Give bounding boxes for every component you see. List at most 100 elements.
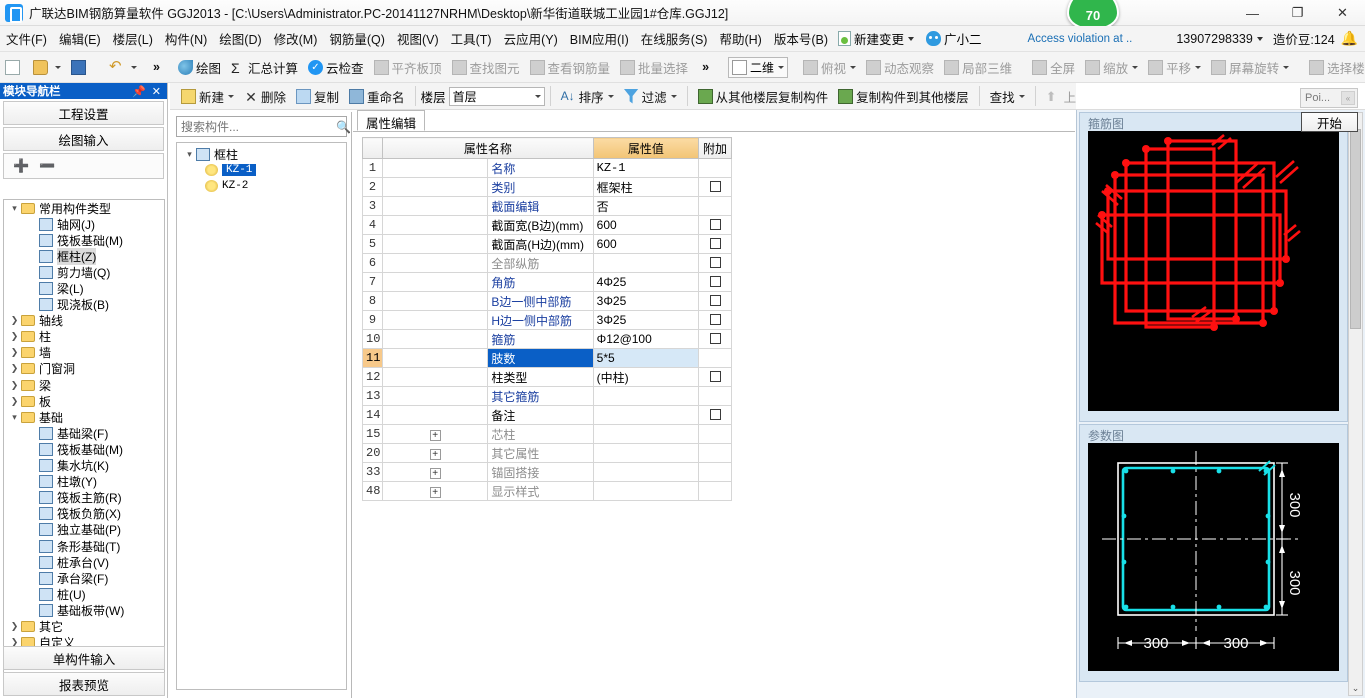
attach-checkbox-cell[interactable]	[698, 329, 732, 349]
poi-collapse-icon[interactable]: «	[1341, 91, 1355, 105]
tab-property-edit[interactable]: 属性编辑	[357, 110, 426, 131]
attach-checkbox-cell[interactable]	[698, 234, 732, 254]
save-button[interactable]	[66, 58, 94, 77]
chevron-down-icon[interactable]	[607, 94, 614, 98]
sidebar-item-梁[interactable]: ❯ 梁	[4, 377, 164, 393]
attach-checkbox-cell[interactable]	[698, 367, 732, 387]
copy-component-button[interactable]: 复制	[291, 85, 344, 108]
property-value[interactable]	[592, 481, 700, 501]
expand-toggle[interactable]: +	[381, 424, 489, 444]
sidebar-item-柱[interactable]: ❯ 柱	[4, 329, 164, 345]
poi-widget[interactable]: Poi... «	[1300, 88, 1358, 108]
chevron-down-icon[interactable]	[850, 65, 857, 69]
table-row[interactable]: 5 截面高(H边)(mm) 600	[362, 234, 732, 254]
module-tree[interactable]: ▾ 常用构件类型 轴网(J) 筏板基础(M) 框柱(Z) 剪力墙(Q) 梁(L) 现浇板(B)…	[3, 199, 165, 684]
chevron-down-icon[interactable]: ▾	[8, 203, 21, 214]
property-value[interactable]: 否	[592, 196, 700, 216]
sidebar-item-桩承台v[interactable]: 桩承台(V)	[4, 554, 164, 570]
collapse-all-icon[interactable]: ➖	[39, 158, 55, 174]
chevron-down-icon[interactable]	[1283, 65, 1290, 69]
scrollbar-thumb[interactable]	[1350, 129, 1361, 329]
expand-toggle[interactable]: +	[381, 481, 489, 501]
chevron-right-icon[interactable]: ❯	[8, 380, 21, 391]
assistant-button[interactable]: 广小二	[922, 27, 986, 50]
expand-all-icon[interactable]: ➕	[13, 158, 29, 174]
close-button[interactable]: ✕	[1320, 0, 1365, 26]
attach-checkbox-cell[interactable]	[698, 291, 732, 311]
property-value[interactable]: 框架柱	[592, 177, 700, 197]
property-value[interactable]: 4Φ25	[592, 272, 700, 292]
new-component-button[interactable]: 新建	[176, 85, 239, 108]
draw-button[interactable]: 绘图	[173, 56, 226, 79]
search-box[interactable]: 🔍	[176, 116, 351, 137]
chevron-right-icon[interactable]: ❯	[8, 621, 21, 632]
scroll-down-arrow-icon[interactable]: ⌄	[1349, 681, 1362, 695]
table-row[interactable]: 3 截面编辑否	[362, 196, 732, 216]
table-row[interactable]: 9 H边一侧中部筋 3Φ25	[362, 310, 732, 330]
attach-checkbox-cell[interactable]	[698, 215, 732, 235]
menu-help[interactable]: 帮助(H)	[713, 26, 767, 51]
property-value[interactable]: KZ-1	[592, 158, 700, 178]
sidebar-item-柱墩y[interactable]: 柱墩(Y)	[4, 474, 164, 490]
table-row[interactable]: 15 + 芯柱	[362, 424, 732, 444]
pin-icon[interactable]: 📌	[132, 85, 146, 98]
open-file-button[interactable]	[28, 58, 66, 77]
table-row[interactable]: 14 备注	[362, 405, 732, 425]
chevron-down-icon[interactable]	[131, 65, 137, 69]
attach-checkbox-cell[interactable]	[698, 177, 732, 197]
sidebar-item-轴线[interactable]: ❯ 轴线	[4, 313, 164, 329]
nav-button-single-component-input[interactable]: 单构件输入	[3, 646, 165, 670]
property-value[interactable]	[592, 424, 700, 444]
search-input[interactable]	[177, 119, 336, 134]
sidebar-item-基础板带w[interactable]: 基础板带(W)	[4, 602, 164, 618]
parameter-diagram-canvas[interactable]: 300 300 300 300	[1088, 443, 1339, 671]
plus-icon[interactable]: +	[429, 449, 441, 460]
table-row[interactable]: 20 + 其它属性	[362, 443, 732, 463]
list-item[interactable]: KZ-2	[177, 178, 346, 194]
sidebar-item-基础梁f[interactable]: 基础梁(F)	[4, 425, 164, 441]
new-file-button[interactable]	[0, 58, 28, 77]
property-value[interactable]	[592, 253, 700, 273]
property-value[interactable]	[592, 443, 700, 463]
chevron-down-icon[interactable]	[1195, 65, 1202, 69]
property-value[interactable]	[592, 462, 700, 482]
menu-edit[interactable]: 编辑(E)	[53, 26, 107, 51]
chevron-down-icon[interactable]	[228, 94, 235, 98]
checkbox[interactable]	[709, 181, 721, 192]
find-button[interactable]: 查找	[985, 85, 1030, 108]
attach-checkbox-cell[interactable]	[698, 310, 732, 330]
sidebar-item-筏板主筋r[interactable]: 筏板主筋(R)	[4, 490, 164, 506]
sidebar-item-独立基础p[interactable]: 独立基础(P)	[4, 522, 164, 538]
sidebar-item-筏板基础m[interactable]: 筏板基础(M)	[4, 232, 164, 248]
sidebar-item-条形基础t[interactable]: 条形基础(T)	[4, 538, 164, 554]
sidebar-item-筏板负筋x[interactable]: 筏板负筋(X)	[4, 506, 164, 522]
chevron-down-icon[interactable]	[670, 94, 677, 98]
property-value[interactable]	[592, 405, 700, 425]
menu-modify[interactable]: 修改(M)	[268, 26, 324, 51]
attach-checkbox-cell[interactable]	[698, 272, 732, 292]
sidebar-item-框柱z[interactable]: 框柱(Z)	[4, 247, 164, 265]
menu-file[interactable]: 文件(F)	[0, 26, 53, 51]
chevron-down-icon[interactable]	[55, 65, 61, 69]
table-row[interactable]: 4 截面宽(B边)(mm) 600	[362, 215, 732, 235]
chevron-right-icon[interactable]: ❯	[8, 363, 21, 374]
sidebar-item-桩u[interactable]: 桩(U)	[4, 586, 164, 602]
checkbox[interactable]	[709, 409, 721, 420]
menu-version[interactable]: 版本号(B)	[768, 26, 834, 51]
account-chevron-down-icon[interactable]	[1256, 36, 1263, 41]
list-item[interactable]: KZ-1	[177, 162, 346, 178]
copy-to-other-floor-button[interactable]: 复制构件到其他楼层	[833, 85, 974, 108]
nav-button-report-preview[interactable]: 报表预览	[3, 672, 165, 696]
chevron-down-icon[interactable]: ▾	[183, 149, 196, 160]
attach-checkbox-cell[interactable]	[698, 253, 732, 273]
menu-cloud[interactable]: 云应用(Y)	[498, 26, 564, 51]
sidebar-item-墙[interactable]: ❯ 墙	[4, 345, 164, 361]
chevron-down-icon[interactable]	[778, 65, 785, 69]
checkbox[interactable]	[709, 314, 721, 325]
expand-toggle[interactable]: +	[381, 462, 489, 482]
chevron-down-icon[interactable]	[1018, 94, 1025, 98]
expand-toggle[interactable]: +	[381, 443, 489, 463]
chevron-down-icon[interactable]	[1132, 65, 1139, 69]
floor-select[interactable]: 首层	[448, 86, 545, 106]
table-row[interactable]: 11 肢数 5*5	[362, 348, 732, 368]
